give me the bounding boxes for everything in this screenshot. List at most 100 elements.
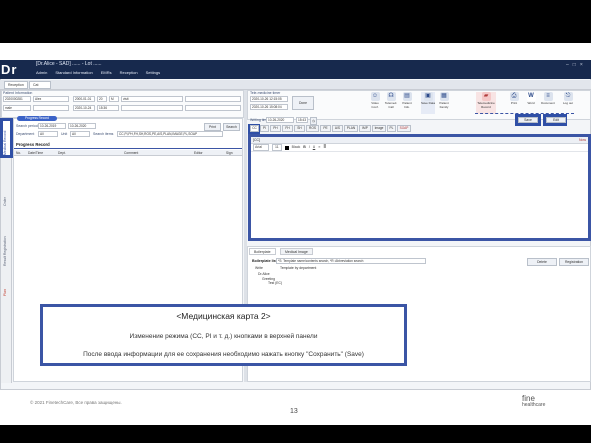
dob-field[interactable]: 2000-01-01 — [73, 96, 95, 102]
section-divider — [14, 148, 242, 149]
tab-ph[interactable]: PH — [270, 125, 281, 132]
toolbar-print[interactable]: ⎙ Print — [507, 92, 521, 114]
date-from-field[interactable]: 10-26-2019 — [38, 123, 66, 129]
col-datetime[interactable]: Date/Time — [28, 150, 58, 155]
registration-button[interactable]: Registration — [559, 258, 589, 266]
toolbar-save-data[interactable]: ▣ Save Data — [421, 92, 435, 114]
underline-icon[interactable]: U — [313, 144, 316, 151]
toolbar-telemed-call[interactable]: ☊ Telemed. Call — [384, 92, 398, 114]
toolbar-patient-info[interactable]: ▤ Patient Info. — [400, 92, 414, 114]
patient-information-panel — [1, 90, 244, 118]
toolbar-patient-family[interactable]: ▦ Patient Family — [437, 92, 451, 114]
menu-item-emrs[interactable]: EMRs — [101, 70, 112, 76]
writing-date-field[interactable]: 10-26-2020 — [266, 117, 294, 123]
col-dept[interactable]: Dept. — [58, 150, 124, 155]
editor-header: [CC] Now — [251, 137, 588, 144]
align-left-icon[interactable]: ≡ — [318, 144, 320, 151]
tab-ros[interactable]: ROS — [306, 125, 319, 132]
callout-line-1: Изменение режима (CC, PI и т. д.) кнопка… — [129, 333, 318, 340]
progress-record-pill[interactable]: Progress Record — [17, 116, 57, 121]
rail-item-result[interactable]: Result Registration — [3, 232, 7, 266]
people-icon: ☺ — [370, 92, 380, 101]
unit-select[interactable]: All — [70, 131, 90, 137]
patient-name-field[interactable]: Alex — [33, 96, 69, 102]
toolbar-logout[interactable]: ⎋ Log out — [561, 92, 575, 114]
tree-item-test[interactable]: Test (EC) — [256, 281, 406, 286]
menu-item-settings[interactable]: Settings — [146, 70, 160, 76]
font-size-select[interactable]: 11 — [272, 144, 282, 151]
menu-item-admin[interactable]: Admin — [36, 70, 47, 76]
blank-field-3[interactable] — [121, 105, 183, 111]
tab-medical-image[interactable]: Medical Image — [280, 248, 313, 255]
callout-line-2: После ввода информации для ее сохранения… — [83, 351, 364, 358]
delete-button[interactable]: Delete — [527, 258, 557, 266]
time-field[interactable]: 15:36 — [97, 105, 119, 111]
boilerplate-search-hint[interactable]: *S: Template name/contents search, *R: A… — [276, 258, 426, 264]
tab-pi[interactable]: PI — [260, 125, 269, 132]
blank-field-2[interactable] — [33, 105, 69, 111]
minimize-icon[interactable]: – — [566, 62, 569, 68]
timer-end: 2020-10-26 15:08:04 — [250, 104, 288, 110]
rail-item-plan[interactable]: Plan — [3, 282, 7, 296]
tab-soap[interactable]: SOAP — [397, 125, 411, 132]
brand-line-2: healthcare — [522, 402, 546, 408]
col-sign[interactable]: Sign — [226, 150, 242, 155]
page-number: 13 — [290, 408, 298, 415]
tab-imp[interactable]: IMP — [359, 125, 371, 132]
tab-fh[interactable]: FH — [282, 125, 293, 132]
tab-plan[interactable]: PLAN — [344, 125, 358, 132]
tab-cat[interactable]: Cat — [29, 81, 51, 89]
col-comment[interactable]: Comment — [124, 150, 194, 155]
department-label: Department — [16, 132, 35, 136]
toolbar-word[interactable]: W Word — [524, 92, 538, 114]
col-no[interactable]: No. — [14, 150, 28, 155]
save-button[interactable]: Save — [518, 117, 538, 123]
rail-item-order[interactable]: Order — [3, 188, 7, 206]
tab-image[interactable]: Image — [372, 125, 386, 132]
timer-done-button[interactable]: Done — [292, 96, 314, 110]
rail-item-medical-record[interactable]: Medical Record — [3, 121, 7, 155]
color-swatch-icon[interactable] — [284, 145, 289, 150]
toolbar-telemedicine-record[interactable]: ▰ Telemedicine Record — [476, 92, 496, 114]
tab-sh[interactable]: SH — [294, 125, 305, 132]
editor-toolbar: Arial 11 Black B I U ≡ ≣ — [251, 144, 588, 152]
font-name-select[interactable]: Arial — [253, 144, 270, 151]
maximize-icon[interactable]: □ — [573, 62, 576, 68]
status-field[interactable]: visit — [121, 96, 183, 102]
tab-reception[interactable]: Reception — [4, 81, 28, 89]
visit-field[interactable]: M — [109, 96, 119, 102]
writing-time-field[interactable]: 15:43 — [296, 117, 308, 123]
tab-cc[interactable]: CC — [250, 125, 259, 132]
search-button[interactable]: Search — [223, 123, 240, 131]
bottom-black-bar — [0, 425, 591, 443]
date-to-field[interactable]: 10-26-2020 — [68, 123, 96, 129]
tab-pl[interactable]: PL — [387, 125, 396, 132]
template-by-department: Template by department — [280, 266, 317, 270]
menu-item-standard-info[interactable]: Standard Information — [55, 70, 92, 76]
tab-pe[interactable]: PE — [320, 125, 331, 132]
italic-icon[interactable]: I — [309, 144, 310, 151]
close-icon[interactable]: × — [580, 62, 583, 68]
tab-boilerplate[interactable]: Boilerplate — [249, 248, 276, 255]
cc-editor[interactable]: [CC] Now Arial 11 Black B I U ≡ ≣ — [248, 134, 591, 241]
blank-field-4[interactable] — [185, 105, 241, 111]
age-field[interactable]: 20 — [97, 96, 107, 102]
print-button[interactable]: Print — [204, 123, 221, 131]
align-center-icon[interactable]: ≣ — [323, 144, 326, 151]
toolbar-video-conf[interactable]: ☺ Video Conf. — [368, 92, 382, 114]
boilerplate-title: Boilerplate list — [252, 259, 277, 263]
blank-field-1[interactable] — [185, 96, 241, 102]
toolbar-document[interactable]: ≡ Document — [541, 92, 555, 114]
menu-item-reception[interactable]: Reception — [120, 70, 138, 76]
search-items-field[interactable]: CC,PI,PH,FH,SH,ROS,PE,A/S,PLAN,IMAGE,PL,… — [117, 131, 223, 137]
visit-date-field[interactable]: 2020-10-24 — [73, 105, 95, 111]
gender-field[interactable]: male — [3, 105, 31, 111]
tab-as[interactable]: A/S — [332, 125, 343, 132]
department-select[interactable]: All — [38, 131, 58, 137]
clock-icon[interactable]: ◷ — [310, 117, 317, 125]
edit-button[interactable]: Edit — [546, 117, 566, 123]
col-editor[interactable]: Editor — [194, 150, 226, 155]
bold-icon[interactable]: B — [303, 144, 306, 151]
editor-section-label: [CC] — [253, 138, 260, 142]
patient-id-field[interactable]: 2020000281 — [3, 96, 31, 102]
